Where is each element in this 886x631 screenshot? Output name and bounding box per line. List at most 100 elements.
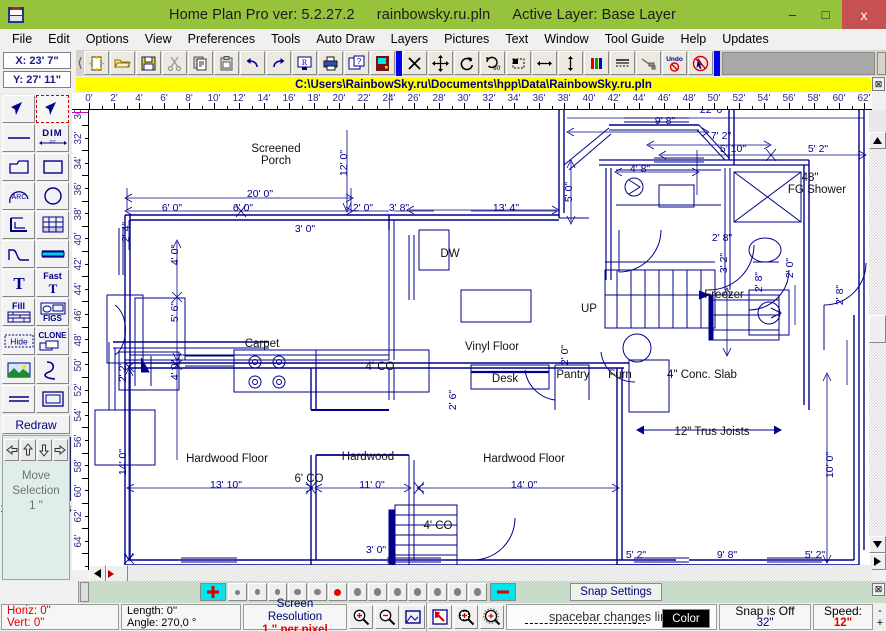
path-bar-close-icon[interactable]: ⊠ xyxy=(872,77,885,91)
horizontal-scroll-thumb[interactable] xyxy=(106,565,128,582)
move-left-arrow-icon[interactable] xyxy=(4,439,19,461)
line-width-option[interactable] xyxy=(448,583,467,601)
line-style-icon[interactable] xyxy=(610,51,635,75)
line-tool[interactable] xyxy=(2,124,35,152)
snap-toolbar-grip[interactable] xyxy=(80,582,89,602)
line-width-option[interactable] xyxy=(228,583,247,601)
stairs-tool[interactable] xyxy=(2,240,35,268)
menu-item-window[interactable]: Window xyxy=(536,31,596,47)
floor-plan-canvas[interactable]: ScreenedPorchCarpetVinyl FloorHardwood F… xyxy=(89,110,872,570)
menu-item-text[interactable]: Text xyxy=(497,31,536,47)
zoom-out-icon[interactable] xyxy=(375,605,399,629)
move-down-arrow-icon[interactable] xyxy=(37,439,52,461)
zoom-in-icon[interactable] xyxy=(349,605,373,629)
frame-tool[interactable] xyxy=(36,385,69,413)
maximize-button[interactable]: □ xyxy=(809,0,842,29)
clone-tool[interactable]: CLONE xyxy=(36,327,69,355)
pointer-tool[interactable] xyxy=(2,95,35,123)
speed-decrease-button[interactable]: - xyxy=(878,605,882,617)
window-tool[interactable] xyxy=(36,211,69,239)
speed-stepper[interactable]: - + xyxy=(874,603,886,631)
rotate-icon[interactable] xyxy=(454,51,479,75)
cut-icon[interactable] xyxy=(162,51,187,75)
arc-tool[interactable]: ARC xyxy=(2,182,35,210)
horizontal-ruler[interactable]: 0'2'4'6'8'10'12'14'16'18'20'22'24'26'28'… xyxy=(72,93,872,110)
snap-toolbar-close-icon[interactable]: ⊠ xyxy=(872,583,885,596)
fill-tool[interactable]: Fill xyxy=(2,298,35,326)
move-right-arrow-icon[interactable] xyxy=(53,439,68,461)
zoom-selection-icon[interactable] xyxy=(454,605,478,629)
rotate-90-icon[interactable]: 90° xyxy=(480,51,505,75)
zoom-window-icon[interactable] xyxy=(401,605,425,629)
new-file-icon[interactable] xyxy=(84,51,109,75)
line-width-option[interactable] xyxy=(408,583,427,601)
color-button[interactable]: Color xyxy=(662,609,710,628)
menu-item-layers[interactable]: Layers xyxy=(383,31,437,47)
undo-cancel-icon[interactable]: Undo xyxy=(662,51,687,75)
no-select-icon[interactable] xyxy=(688,51,713,75)
save-icon[interactable] xyxy=(136,51,161,75)
snap-settings-button[interactable]: Snap Settings xyxy=(570,583,662,601)
fast-text-tool[interactable]: Fast T xyxy=(36,269,69,297)
horizontal-scrollbar[interactable] xyxy=(89,565,872,582)
double-line-tool[interactable] xyxy=(2,385,35,413)
minimize-button[interactable]: – xyxy=(776,0,809,29)
circle-tool[interactable] xyxy=(36,182,69,210)
curve-tool[interactable] xyxy=(36,356,69,384)
paste-icon[interactable] xyxy=(214,51,239,75)
scroll-down-button[interactable] xyxy=(869,536,886,553)
menu-item-pictures[interactable]: Pictures xyxy=(436,31,497,47)
vertical-scrollbar[interactable] xyxy=(869,110,886,570)
hide-tool[interactable]: Hide xyxy=(2,327,35,355)
zoom-previous-icon[interactable] xyxy=(428,605,452,629)
vertical-scroll-track[interactable] xyxy=(869,149,886,553)
close-button[interactable]: x xyxy=(842,0,886,29)
color-bars-icon[interactable] xyxy=(584,51,609,75)
vertical-ruler[interactable]: 30'32'34'36'38'40'42'44'46'48'50'52'54'5… xyxy=(72,110,89,570)
menu-item-file[interactable]: File xyxy=(4,31,40,47)
wall-tool[interactable] xyxy=(2,211,35,239)
speed-readout[interactable]: Speed: 12" xyxy=(813,604,873,630)
scroll-left-button[interactable] xyxy=(89,565,106,582)
line-width-option[interactable] xyxy=(388,583,407,601)
print-icon[interactable] xyxy=(318,51,343,75)
scroll-up-button[interactable] xyxy=(869,132,886,149)
line-width-decrease-button[interactable] xyxy=(490,583,516,601)
text-tool[interactable]: T xyxy=(2,269,35,297)
menu-item-updates[interactable]: Updates xyxy=(714,31,777,47)
select-box-tool[interactable] xyxy=(36,95,69,123)
line-width-option[interactable] xyxy=(468,583,487,601)
line-width-option[interactable] xyxy=(348,583,367,601)
line-width-option[interactable] xyxy=(368,583,387,601)
vertical-scroll-thumb[interactable] xyxy=(869,315,886,343)
line-width-increase-button[interactable] xyxy=(200,583,226,601)
snap-readout[interactable]: Snap is Off 32" xyxy=(719,604,811,630)
dimension-tool[interactable]: DIM 5'0" xyxy=(36,124,69,152)
measure-icon[interactable] xyxy=(636,51,661,75)
line-width-option[interactable] xyxy=(428,583,447,601)
exit-door-icon[interactable] xyxy=(370,51,395,75)
zoom-all-icon[interactable] xyxy=(480,605,504,629)
redo-arrow-icon[interactable] xyxy=(266,51,291,75)
menu-item-tool-guide[interactable]: Tool Guide xyxy=(597,31,673,47)
delete-x-icon[interactable] xyxy=(402,51,427,75)
menu-item-edit[interactable]: Edit xyxy=(40,31,78,47)
menu-item-auto-draw[interactable]: Auto Draw xyxy=(308,31,382,47)
copy-icon[interactable] xyxy=(188,51,213,75)
vertical-size-icon[interactable] xyxy=(558,51,583,75)
open-folder-icon[interactable] xyxy=(110,51,135,75)
horizontal-scroll-track[interactable] xyxy=(106,565,872,582)
rectangle-tool[interactable] xyxy=(36,153,69,181)
move-up-arrow-icon[interactable] xyxy=(20,439,35,461)
speed-increase-button[interactable]: + xyxy=(877,617,883,629)
polyline-tool[interactable] xyxy=(2,153,35,181)
figures-tool[interactable]: FIGS xyxy=(36,298,69,326)
toolbar-resize-grip[interactable] xyxy=(877,52,886,75)
render-icon[interactable]: R xyxy=(292,51,317,75)
door-tool[interactable] xyxy=(36,240,69,268)
redraw-button[interactable]: Redraw xyxy=(2,415,70,434)
menu-item-tools[interactable]: Tools xyxy=(263,31,308,47)
picture-tool[interactable] xyxy=(2,356,35,384)
horizontal-size-icon[interactable] xyxy=(532,51,557,75)
undo-arrow-icon[interactable] xyxy=(240,51,265,75)
